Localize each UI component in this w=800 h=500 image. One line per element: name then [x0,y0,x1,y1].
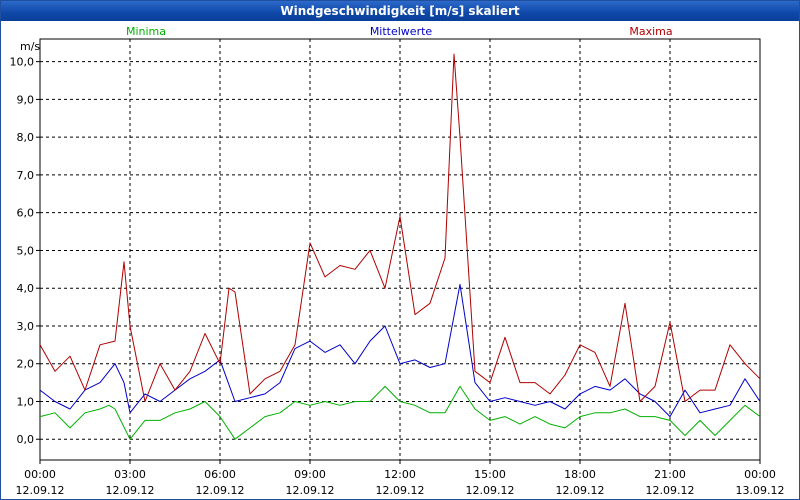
x-tick-time-label: 21:00 [654,468,686,481]
x-tick-time-label: 09:00 [294,468,326,481]
x-axis-ticks: 00:00 12.09.12 03:00 12.09.12 06:00 12.09.12 0… [16,460,785,497]
x-tick-date-label: 12.09.12 [196,484,245,497]
x-tick-time-label: 00:00 [24,468,56,481]
y-tick-label: 3,0 [17,320,35,333]
x-tick-time-label: 12:00 [384,468,416,481]
x-tick-date-label: 12.09.12 [106,484,155,497]
x-tick-date-label: 12.09.12 [376,484,425,497]
y-tick-label: 10,0 [10,56,35,69]
wind-speed-chart: 0,0 1,0 2,0 3,0 4,0 5,0 6,0 7,0 8,0 9,0 10,0 00:00… [10,25,785,497]
x-tick-time-label: 15:00 [474,468,506,481]
y-tick-label: 2,0 [17,358,35,371]
x-tick-time-label: 00:00 [744,468,776,481]
x-tick-date-label: 13.09.12 [736,484,785,497]
y-tick-label: 5,0 [17,244,35,257]
y-tick-label: 1,0 [17,395,35,408]
x-tick-date-label: 12.09.12 [466,484,515,497]
y-axis-ticks: 0,0 1,0 2,0 3,0 4,0 5,0 6,0 7,0 8,0 9,0 10,0 [10,56,40,446]
y-tick-label: 0,0 [17,433,35,446]
legend-entry-maxima: Maxima [629,25,672,38]
x-tick-time-label: 18:00 [564,468,596,481]
x-tick-date-label: 12.09.12 [646,484,695,497]
legend-entry-minima: Minima [126,25,166,38]
y-axis-unit-label: m/s [20,40,40,53]
x-tick-date-label: 12.09.12 [16,484,65,497]
x-tick-date-label: 12.09.12 [556,484,605,497]
x-tick-date-label: 12.09.12 [286,484,335,497]
y-tick-label: 7,0 [17,169,35,182]
legend-entry-mittelwerte: Mittelwerte [370,25,433,38]
y-tick-label: 4,0 [17,282,35,295]
x-tick-time-label: 03:00 [114,468,146,481]
y-tick-label: 9,0 [17,93,35,106]
legend: Minima Mittelwerte Maxima [126,25,673,38]
y-tick-label: 6,0 [17,207,35,220]
x-tick-time-label: 06:00 [204,468,236,481]
y-tick-label: 8,0 [17,131,35,144]
